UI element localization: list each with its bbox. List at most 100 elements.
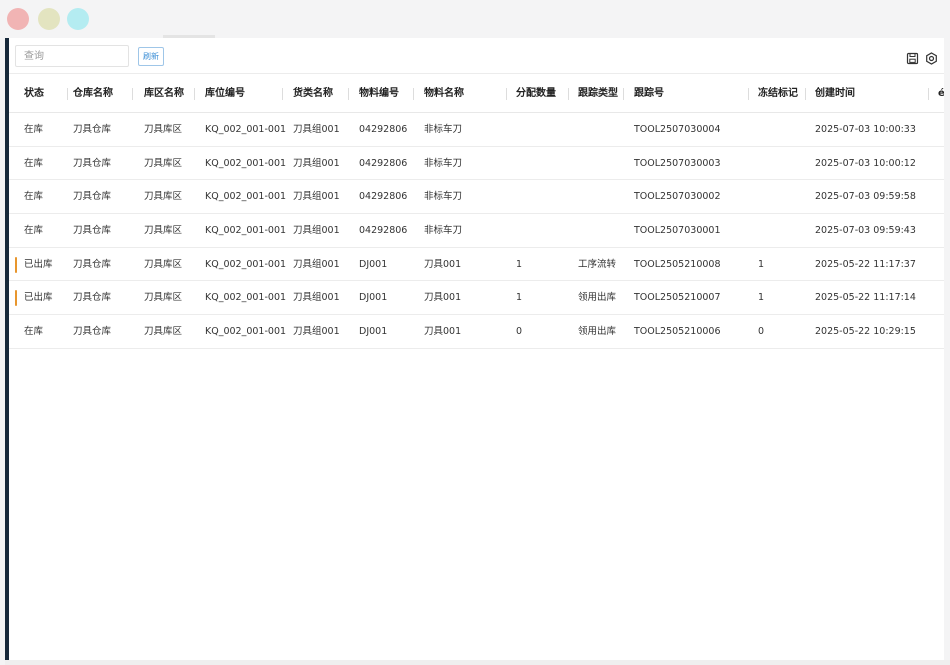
- cell-area: 刀具库区: [144, 292, 183, 304]
- header-frozen[interactable]: 冻结标记: [758, 75, 798, 113]
- column-divider[interactable]: [194, 88, 195, 100]
- column-divider[interactable]: [67, 88, 68, 100]
- header-status[interactable]: 状态: [24, 75, 44, 113]
- table-header: 状态 仓库名称 库区名称 库位编号 货类名称 物料编号 物料名称 分配数量 跟踪…: [9, 75, 944, 113]
- cell-category: 刀具组001: [293, 124, 340, 135]
- column-divider[interactable]: [928, 88, 929, 100]
- cell-area: 刀具库区: [144, 326, 183, 338]
- cell-created-time: 2025-05-22 10:29:15: [815, 326, 916, 338]
- cell-material-code: 04292806: [359, 191, 408, 203]
- cell-warehouse: 刀具仓库: [73, 326, 112, 338]
- cell-created-time: 2025-05-22 11:17:37: [815, 258, 916, 270]
- cell-material-name: 非标车刀: [424, 157, 463, 169]
- table-body: 在库 刀具仓库 刀具库区 KQ_002_001-001 刀具组001 04292…: [9, 113, 944, 349]
- cell-warehouse: 刀具仓库: [73, 292, 112, 304]
- gear-icon[interactable]: [925, 50, 938, 65]
- cell-warehouse: 刀具仓库: [73, 124, 112, 135]
- search-input[interactable]: [15, 45, 129, 67]
- minimize-window-button[interactable]: [38, 8, 60, 30]
- column-divider[interactable]: [348, 88, 349, 100]
- cell-category: 刀具组001: [293, 292, 340, 304]
- cell-material-code: DJ001: [359, 258, 388, 270]
- cell-material-name: 刀具001: [424, 258, 462, 270]
- table-row[interactable]: 在库 刀具仓库 刀具库区 KQ_002_001-001 刀具组001 04292…: [9, 214, 944, 248]
- outbound-flag: [15, 256, 17, 273]
- cell-status: 在库: [24, 225, 44, 237]
- column-divider[interactable]: [506, 88, 507, 100]
- cell-status: 在库: [24, 191, 44, 203]
- cell-track-type: 领用出库: [578, 292, 617, 304]
- cell-quantity: 1: [516, 258, 523, 270]
- cell-created-time: 2025-07-03 10:00:33: [815, 124, 916, 135]
- header-area[interactable]: 库区名称: [144, 75, 184, 113]
- table-row[interactable]: 在库 刀具仓库 刀具库区 KQ_002_001-001 刀具组001 DJ001…: [9, 315, 944, 349]
- cell-location: KQ_002_001-001: [205, 292, 287, 304]
- cell-track-no: TOOL2507030001: [634, 225, 721, 237]
- window-bottom-edge: [5, 660, 950, 665]
- column-divider[interactable]: [568, 88, 569, 100]
- column-divider[interactable]: [748, 88, 749, 100]
- cell-track-no: TOOL2505210007: [634, 292, 721, 304]
- cell-area: 刀具库区: [144, 225, 183, 237]
- cell-track-no: TOOL2505210008: [634, 258, 721, 270]
- column-divider[interactable]: [282, 88, 283, 100]
- data-table: 状态 仓库名称 库区名称 库位编号 货类名称 物料编号 物料名称 分配数量 跟踪…: [9, 75, 944, 349]
- cell-quantity: 1: [516, 292, 523, 304]
- close-window-button[interactable]: [7, 8, 29, 30]
- column-divider[interactable]: [623, 88, 624, 100]
- column-divider[interactable]: [805, 88, 806, 100]
- refresh-button[interactable]: 刷新: [138, 47, 164, 66]
- cell-status: 在库: [24, 326, 44, 338]
- cell-category: 刀具组001: [293, 225, 340, 237]
- header-track-no[interactable]: 跟踪号: [634, 75, 664, 113]
- cell-location: KQ_002_001-001: [205, 191, 287, 203]
- table-row[interactable]: 在库 刀具仓库 刀具库区 KQ_002_001-001 刀具组001 04292…: [9, 180, 944, 215]
- cell-area: 刀具库区: [144, 124, 183, 135]
- cell-category: 刀具组001: [293, 258, 340, 270]
- cell-track-no: TOOL2507030004: [634, 124, 721, 135]
- table-row[interactable]: 已出库 刀具仓库 刀具库区 KQ_002_001-001 刀具组001 DJ00…: [9, 281, 944, 316]
- cell-location: KQ_002_001-001: [205, 124, 287, 135]
- cell-status: 已出库: [24, 292, 53, 304]
- cell-warehouse: 刀具仓库: [73, 258, 112, 270]
- save-icon[interactable]: [906, 50, 919, 65]
- cell-location: KQ_002_001-001: [205, 326, 287, 338]
- cell-area: 刀具库区: [144, 191, 183, 203]
- header-warehouse[interactable]: 仓库名称: [73, 75, 113, 113]
- table-row[interactable]: 已出库 刀具仓库 刀具库区 KQ_002_001-001 刀具组001 DJ00…: [9, 248, 944, 282]
- cell-material-code: DJ001: [359, 326, 388, 338]
- app-window: 刷新 状态 仓库名称 库区名称 库位编号 货类名称: [5, 38, 944, 661]
- table-row[interactable]: 在库 刀具仓库 刀具库区 KQ_002_001-001 刀具组001 04292…: [9, 113, 944, 147]
- table-row[interactable]: 在库 刀具仓库 刀具库区 KQ_002_001-001 刀具组001 04292…: [9, 147, 944, 181]
- cell-quantity: 0: [516, 326, 523, 338]
- maximize-window-button[interactable]: [67, 8, 89, 30]
- toolbar: 刷新: [9, 38, 944, 74]
- header-material-name[interactable]: 物料名称: [424, 75, 464, 113]
- cell-frozen: 1: [758, 258, 765, 270]
- cell-category: 刀具组001: [293, 191, 340, 203]
- header-track-type[interactable]: 跟踪类型: [578, 75, 618, 113]
- column-divider[interactable]: [413, 88, 414, 100]
- cell-material-name: 刀具001: [424, 326, 462, 338]
- cell-area: 刀具库区: [144, 157, 183, 169]
- header-category[interactable]: 货类名称: [293, 75, 333, 113]
- header-material-code[interactable]: 物料编号: [359, 75, 399, 113]
- cell-status: 在库: [24, 157, 44, 169]
- header-quantity[interactable]: 分配数量: [516, 75, 556, 113]
- cell-created-time: 2025-07-03 09:59:58: [815, 191, 916, 203]
- cell-track-no: TOOL2507030002: [634, 191, 721, 203]
- cell-created-time: 2025-05-22 11:17:14: [815, 292, 916, 304]
- column-divider[interactable]: [132, 88, 133, 100]
- cell-status: 已出库: [24, 258, 53, 270]
- cell-material-name: 非标车刀: [424, 225, 463, 237]
- cell-track-type: 领用出库: [578, 326, 617, 338]
- cell-track-no: TOOL2507030003: [634, 157, 721, 169]
- header-location[interactable]: 库位编号: [205, 75, 245, 113]
- cell-warehouse: 刀具仓库: [73, 225, 112, 237]
- header-created-time[interactable]: 创建时间: [815, 75, 855, 113]
- cell-created-time: 2025-07-03 10:00:12: [815, 157, 916, 169]
- cell-material-code: DJ001: [359, 292, 388, 304]
- cell-material-code: 04292806: [359, 225, 408, 237]
- header-truncated[interactable]: é: [938, 75, 944, 113]
- window-titlebar: [0, 0, 950, 36]
